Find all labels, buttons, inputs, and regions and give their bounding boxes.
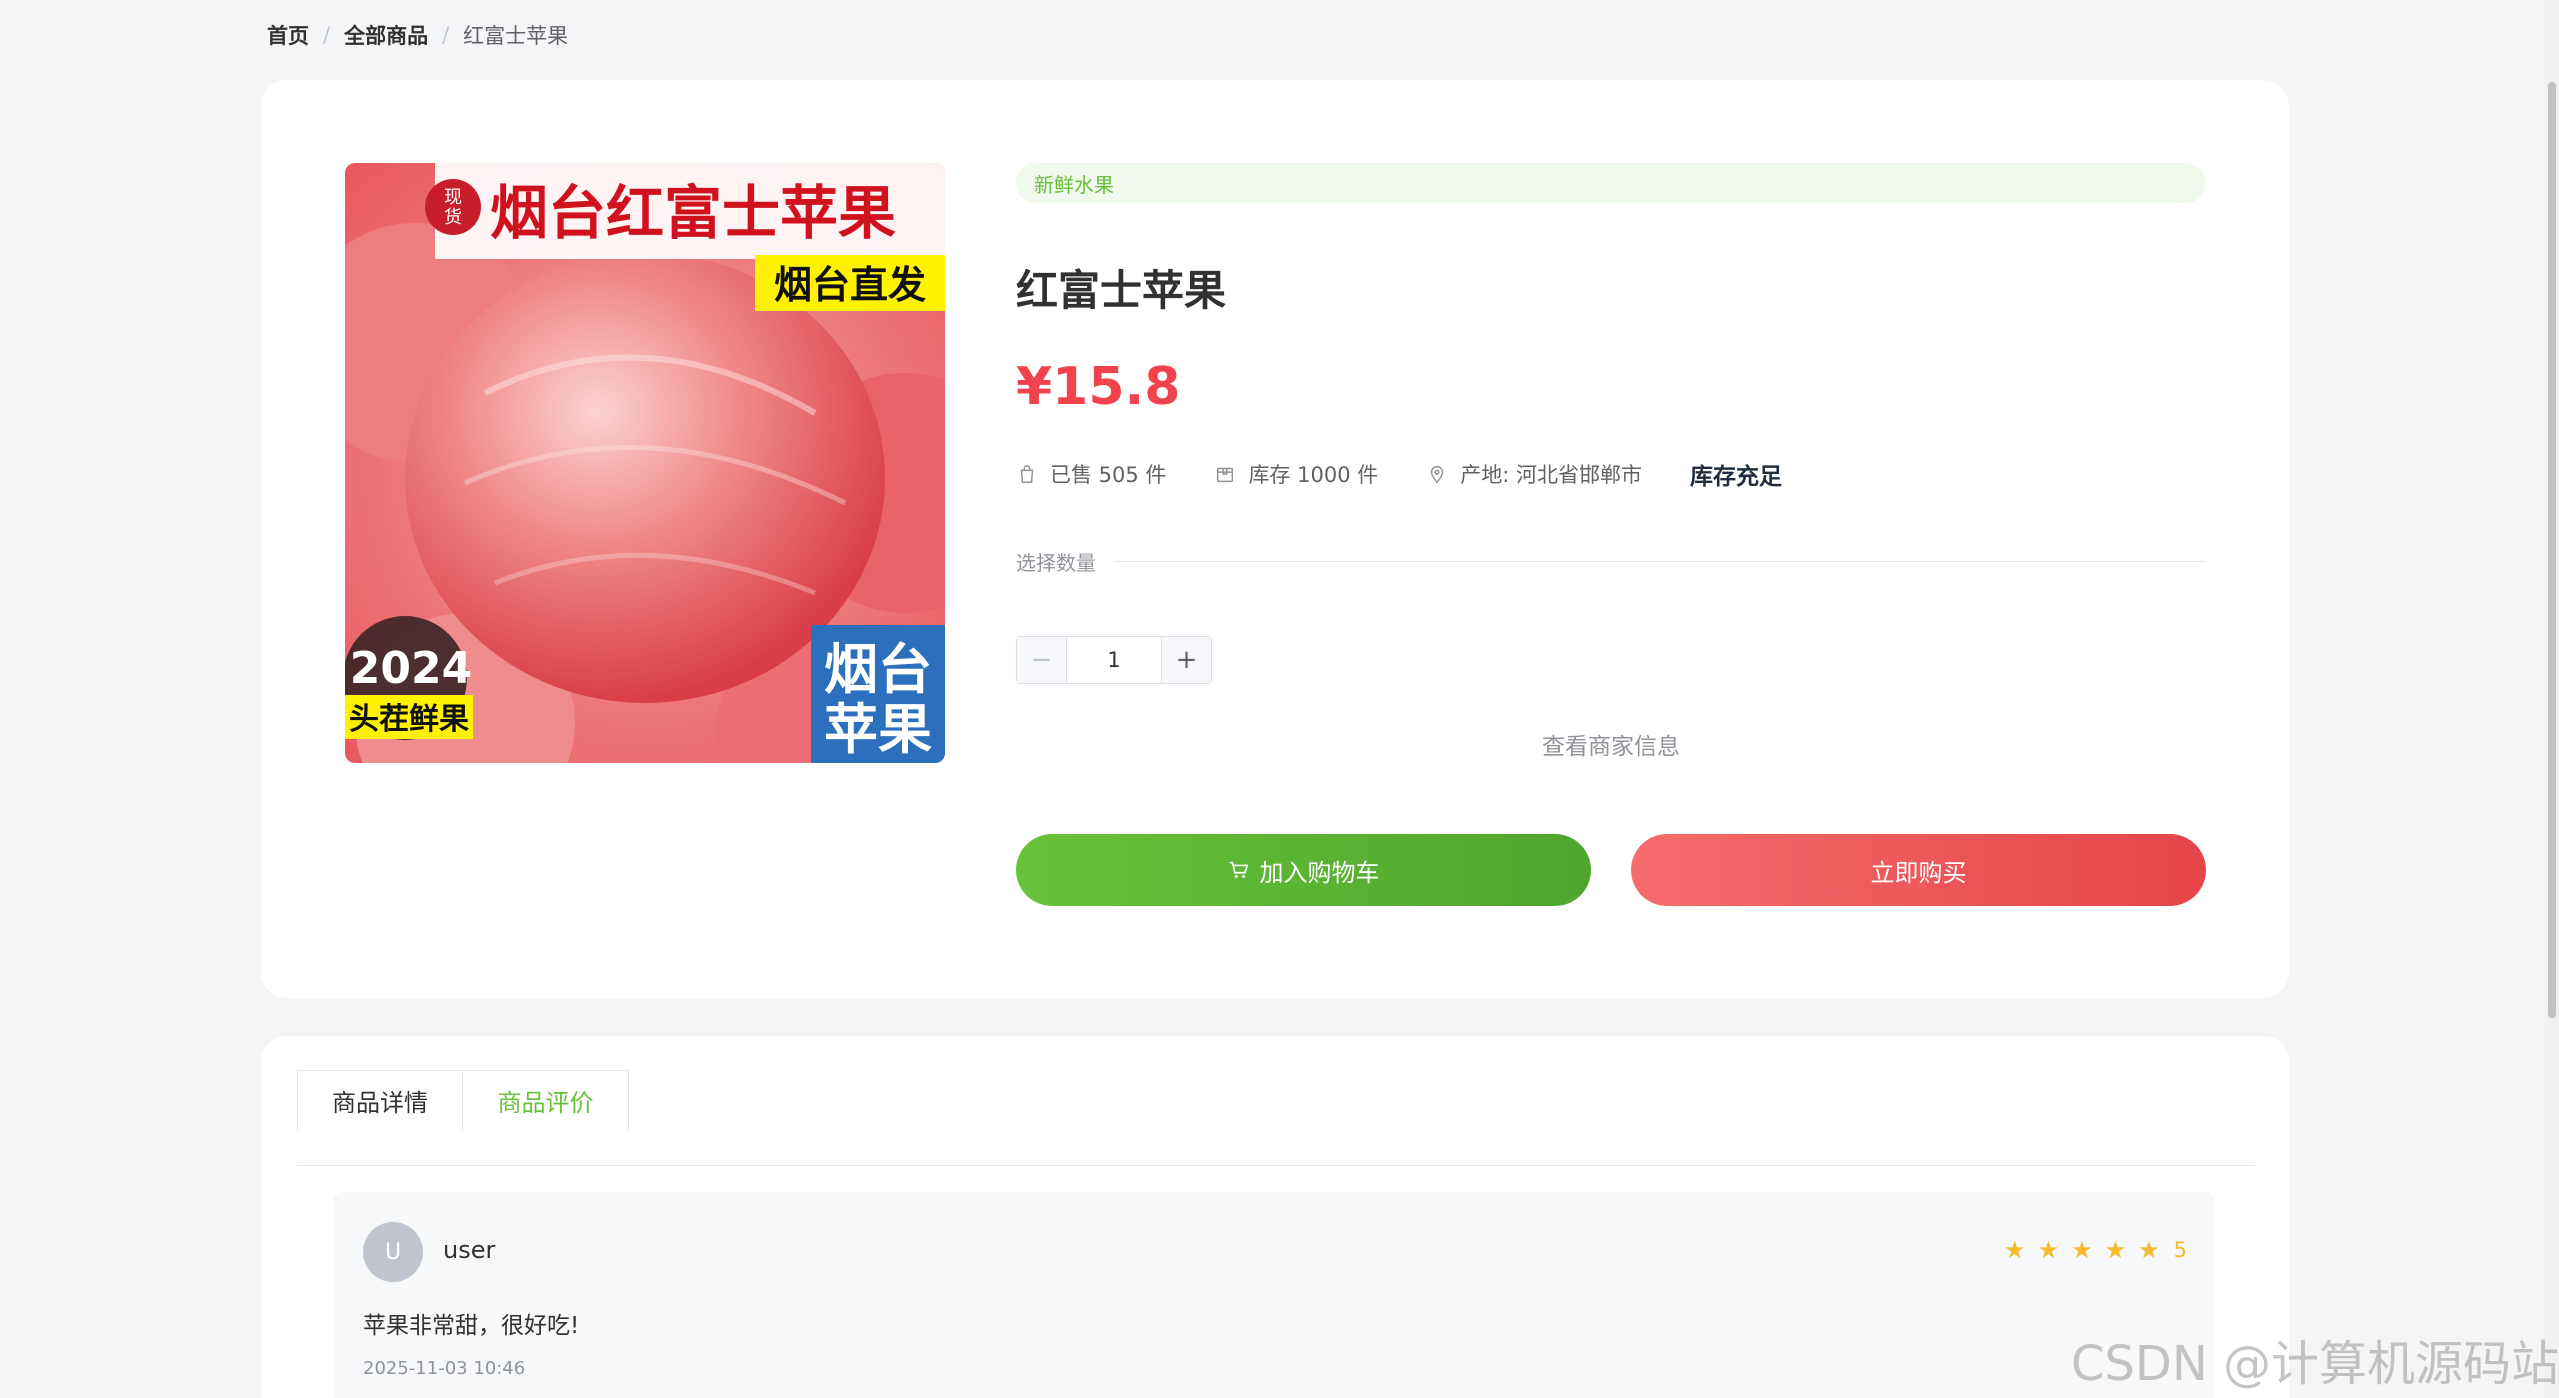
review-username: user bbox=[443, 1236, 496, 1264]
tab-details[interactable]: 商品详情 bbox=[297, 1070, 463, 1130]
bag-icon bbox=[1020, 465, 1034, 483]
add-to-cart-button[interactable]: 加入购物车 bbox=[1016, 834, 1591, 906]
origin: 产地: 河北省邯郸市 bbox=[1426, 459, 1642, 489]
product-price: ¥15.8 bbox=[1016, 357, 1181, 417]
image-tag: 烟台直发 bbox=[774, 263, 926, 307]
decrease-button[interactable]: − bbox=[1017, 637, 1067, 683]
increase-button[interactable]: + bbox=[1161, 637, 1211, 683]
stock-status: 库存充足 bbox=[1689, 464, 1782, 490]
image-badge-bottom: 货 bbox=[444, 207, 462, 228]
star-icon: ★ bbox=[2138, 1236, 2160, 1264]
star-icon: ★ bbox=[2071, 1236, 2093, 1264]
image-year-sub: 头茬鲜果 bbox=[349, 702, 469, 737]
add-to-cart-label: 加入购物车 bbox=[1259, 858, 1380, 887]
origin-text: 产地: 河北省邯郸市 bbox=[1460, 463, 1642, 487]
cart-icon bbox=[1229, 861, 1248, 878]
quantity-input[interactable]: 1 bbox=[1067, 637, 1161, 683]
category-tag: 新鲜水果 bbox=[1016, 163, 2206, 203]
image-corner-line2: 苹果 bbox=[824, 698, 932, 761]
rating-score: 5 bbox=[2173, 1238, 2187, 1262]
category-label: 新鲜水果 bbox=[1034, 172, 1114, 197]
breadcrumb-separator: / bbox=[442, 23, 450, 47]
view-merchant-link[interactable]: 查看商家信息 bbox=[1016, 732, 2206, 762]
breadcrumb: 首页 / 全部商品 / 红富士苹果 bbox=[267, 20, 568, 50]
stock-count-text: 库存 1000 件 bbox=[1248, 463, 1379, 487]
action-buttons: 加入购物车 立即购买 bbox=[1016, 834, 2206, 906]
breadcrumb-all-products-link[interactable]: 全部商品 bbox=[344, 20, 428, 50]
image-badge-top: 现 bbox=[444, 187, 462, 208]
box-icon bbox=[1217, 467, 1234, 483]
quantity-label: 选择数量 bbox=[1016, 551, 1096, 575]
tab-bar: 商品详情 商品评价 bbox=[297, 1070, 2255, 1166]
scrollbar-thumb[interactable] bbox=[2548, 82, 2556, 1018]
product-title: 红富士苹果 bbox=[1016, 266, 1227, 315]
watermark: CSDN @计算机源码站 bbox=[2070, 1336, 2559, 1392]
star-icon: ★ bbox=[2004, 1236, 2026, 1264]
details-card: 商品详情 商品评价 U user ★ ★ ★ ★ ★ 5 苹果非常甜，很好吃! … bbox=[261, 1036, 2289, 1398]
image-headline: 烟台红富士苹果 bbox=[490, 179, 896, 247]
quantity-stepper: − 1 + bbox=[1016, 636, 1212, 684]
breadcrumb-home-link[interactable]: 首页 bbox=[267, 20, 309, 50]
quantity-section: 选择数量 bbox=[1016, 547, 2206, 576]
breadcrumb-current: 红富士苹果 bbox=[463, 24, 569, 48]
tab-reviews[interactable]: 商品评价 bbox=[463, 1070, 629, 1130]
review-item: U user ★ ★ ★ ★ ★ 5 苹果非常甜，很好吃! 2025-11-03… bbox=[333, 1192, 2215, 1398]
star-icon: ★ bbox=[2037, 1236, 2060, 1264]
review-time: 2025-11-03 10:46 bbox=[363, 1358, 526, 1379]
sold-count: 已售 505 件 bbox=[1016, 459, 1166, 489]
star-icon: ★ bbox=[2104, 1236, 2127, 1264]
buy-now-label: 立即购买 bbox=[1870, 858, 1967, 887]
product-meta: 已售 505 件 库存 1000 件 产地: 河北省邯郸市 库存充足 bbox=[1016, 457, 2206, 491]
image-year: 2024 bbox=[350, 643, 472, 694]
avatar: U bbox=[363, 1222, 423, 1282]
buy-now-button[interactable]: 立即购买 bbox=[1631, 834, 2206, 906]
stock-count: 库存 1000 件 bbox=[1214, 459, 1378, 489]
breadcrumb-separator: / bbox=[323, 23, 331, 47]
scrollbar[interactable] bbox=[2545, 0, 2559, 1398]
image-corner-line1: 烟台 bbox=[824, 638, 932, 701]
sold-count-text: 已售 505 件 bbox=[1050, 463, 1167, 487]
rating-stars: ★ ★ ★ ★ ★ 5 bbox=[2004, 1236, 2187, 1264]
product-image: 现 货 烟台红富士苹果 烟台直发 2024 头茬鲜果 烟台 苹果 bbox=[345, 163, 945, 763]
apple-photo: 现 货 烟台红富士苹果 烟台直发 2024 头茬鲜果 烟台 苹果 bbox=[345, 163, 945, 763]
review-text: 苹果非常甜，很好吃! bbox=[363, 1313, 580, 1339]
product-info: 新鲜水果 红富士苹果 ¥15.8 已售 505 件 库存 1000 件 产地: … bbox=[1016, 163, 2206, 906]
divider bbox=[1114, 561, 2206, 562]
location-pin-icon bbox=[1431, 466, 1444, 484]
